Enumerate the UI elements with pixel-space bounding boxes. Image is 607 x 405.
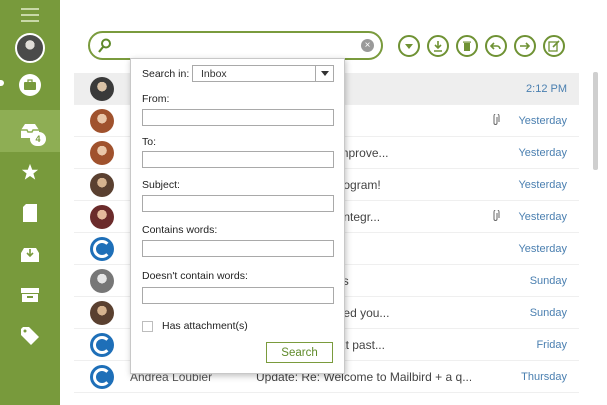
search-input[interactable]: × xyxy=(88,31,383,60)
search-in-label: Search in: xyxy=(142,68,190,80)
sender-avatar xyxy=(90,333,114,357)
email-date: Yesterday xyxy=(518,179,567,191)
email-date: Friday xyxy=(536,339,567,351)
search-in-select[interactable]: Inbox xyxy=(192,65,334,82)
sender-avatar xyxy=(90,109,114,133)
clear-search-icon[interactable]: × xyxy=(361,39,374,52)
inbox-badge: 4 xyxy=(30,132,46,146)
scrollbar[interactable] xyxy=(593,72,598,170)
briefcase-icon xyxy=(19,74,41,96)
email-date: Sunday xyxy=(529,275,567,287)
search-icon xyxy=(98,38,111,53)
hamburger-icon xyxy=(21,6,39,24)
forward-button[interactable] xyxy=(514,35,536,57)
sender-avatar xyxy=(90,269,114,293)
advanced-search-panel: Search in: Inbox From: To: Subject: Cont… xyxy=(130,58,345,374)
email-date: Yesterday xyxy=(518,243,567,255)
sender-avatar xyxy=(90,205,114,229)
trash-icon xyxy=(463,41,471,51)
document-icon xyxy=(23,204,37,222)
email-date: Sunday xyxy=(529,307,567,319)
avatar xyxy=(15,33,45,63)
sender-avatar xyxy=(90,77,114,101)
contains-words-field[interactable] xyxy=(142,240,334,257)
email-date: Yesterday xyxy=(518,147,567,159)
not-contains-words-label: Doesn't contain words: xyxy=(142,270,248,282)
email-date: 2:12 PM xyxy=(526,83,567,95)
sidebar: 4 xyxy=(0,0,60,405)
has-attachment-checkbox[interactable] xyxy=(142,321,153,332)
sender-avatar xyxy=(90,301,114,325)
menu-button[interactable] xyxy=(0,2,60,28)
sidebar-item-labels[interactable] xyxy=(0,316,60,356)
sender-avatar xyxy=(90,237,114,261)
sidebar-item-starred[interactable] xyxy=(0,152,60,192)
sender-avatar xyxy=(90,173,114,197)
chevron-down-icon xyxy=(315,66,333,81)
contains-words-label: Contains words: xyxy=(142,224,218,236)
archive-box-icon xyxy=(21,288,39,302)
sidebar-item-archive[interactable] xyxy=(0,275,60,315)
compose-icon xyxy=(548,40,560,52)
sidebar-item-inbox[interactable]: 4 xyxy=(0,110,60,152)
search-in-value: Inbox xyxy=(201,68,227,80)
forward-icon xyxy=(520,42,531,50)
to-field[interactable] xyxy=(142,151,334,168)
tag-icon xyxy=(21,327,39,345)
email-date: Yesterday xyxy=(518,115,567,127)
reply-button[interactable] xyxy=(485,35,507,57)
attachment-icon xyxy=(493,210,500,221)
more-options-button[interactable] xyxy=(398,35,420,57)
email-date: Yesterday xyxy=(518,211,567,223)
sidebar-item-apps[interactable] xyxy=(0,65,60,105)
tray-download-icon xyxy=(21,248,39,262)
account-avatar-button[interactable] xyxy=(0,30,60,66)
sidebar-item-drafts[interactable] xyxy=(0,193,60,233)
delete-button[interactable] xyxy=(456,35,478,57)
compose-button[interactable] xyxy=(543,35,565,57)
subject-field[interactable] xyxy=(142,195,334,212)
from-field[interactable] xyxy=(142,109,334,126)
email-date: Thursday xyxy=(521,371,567,383)
toolbar xyxy=(398,35,565,57)
download-button[interactable] xyxy=(427,35,449,57)
search-button[interactable]: Search xyxy=(266,342,333,363)
to-label: To: xyxy=(142,136,157,148)
sender-avatar xyxy=(90,141,114,165)
has-attachment-label: Has attachment(s) xyxy=(162,320,248,332)
sender-avatar xyxy=(90,365,114,389)
chevron-down-icon xyxy=(405,44,413,49)
sidebar-item-unified[interactable] xyxy=(0,234,60,274)
star-icon xyxy=(21,163,39,180)
from-label: From: xyxy=(142,93,170,105)
subject-label: Subject: xyxy=(142,179,180,191)
download-icon xyxy=(434,41,442,52)
attachment-icon xyxy=(493,114,500,125)
reply-icon xyxy=(490,42,501,50)
not-contains-words-field[interactable] xyxy=(142,287,334,304)
